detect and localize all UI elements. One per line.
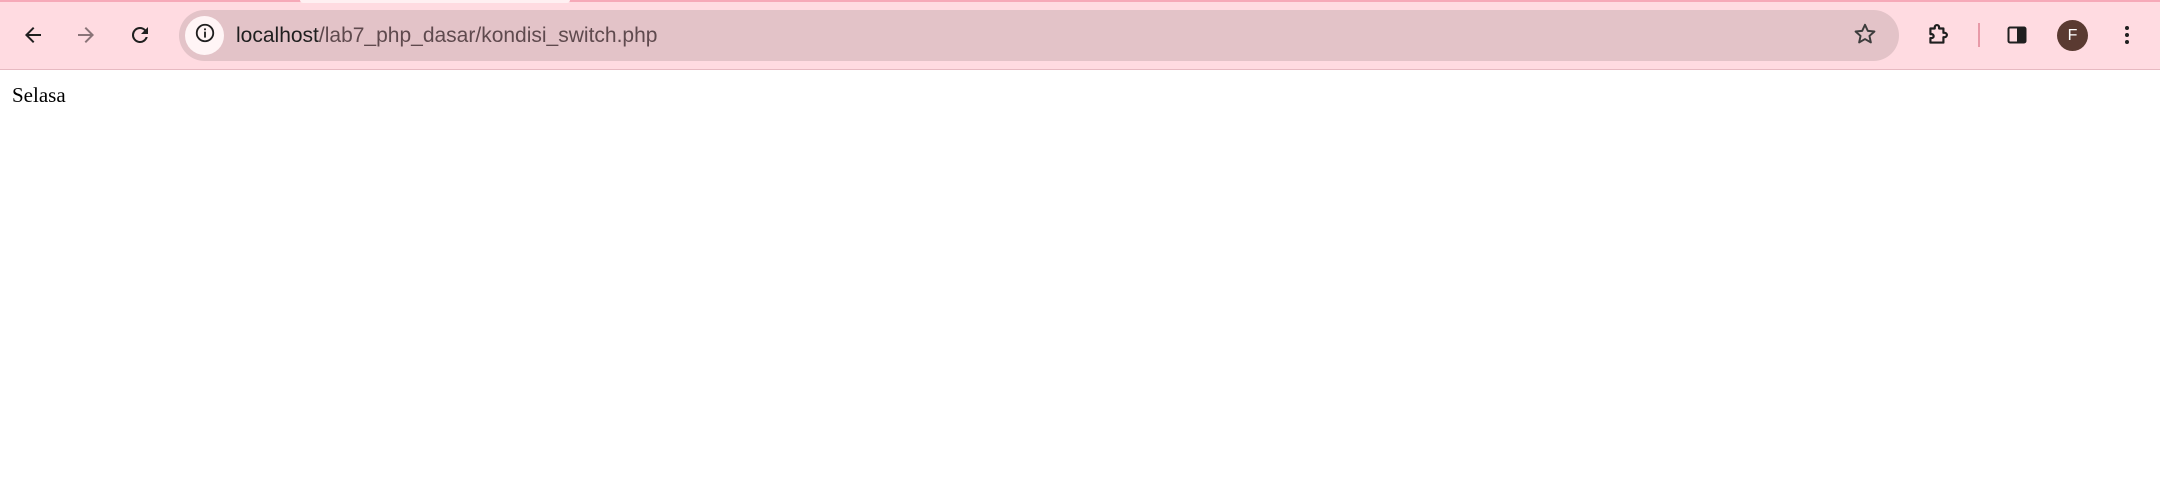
extensions-button[interactable] bbox=[1915, 12, 1961, 58]
side-panel-button[interactable] bbox=[1994, 12, 2040, 58]
arrow-left-icon bbox=[21, 23, 45, 47]
url-text[interactable]: localhost/lab7_php_dasar/kondisi_switch.… bbox=[236, 10, 657, 61]
active-tab-edge[interactable] bbox=[300, 0, 570, 3]
site-info-button[interactable] bbox=[185, 16, 224, 55]
profile-avatar[interactable]: F bbox=[2057, 20, 2088, 51]
puzzle-icon bbox=[1925, 22, 1951, 48]
reload-button[interactable] bbox=[117, 12, 163, 58]
browser-toolbar: localhost/lab7_php_dasar/kondisi_switch.… bbox=[0, 0, 2160, 70]
address-bar[interactable]: localhost/lab7_php_dasar/kondisi_switch.… bbox=[179, 10, 1899, 61]
reload-icon bbox=[128, 23, 152, 47]
arrow-right-icon bbox=[74, 23, 98, 47]
url-path: /lab7_php_dasar/kondisi_switch.php bbox=[318, 24, 658, 47]
back-button[interactable] bbox=[10, 12, 56, 58]
info-icon bbox=[194, 22, 216, 49]
url-host: localhost bbox=[236, 24, 319, 47]
page-body-text: Selasa bbox=[12, 83, 66, 107]
bookmark-button[interactable] bbox=[1851, 22, 1879, 50]
kebab-menu-icon bbox=[2115, 23, 2139, 47]
menu-button[interactable] bbox=[2104, 12, 2150, 58]
side-panel-icon bbox=[2005, 23, 2029, 47]
forward-button[interactable] bbox=[63, 12, 109, 58]
star-icon bbox=[1852, 21, 1878, 52]
toolbar-divider bbox=[1978, 23, 1980, 47]
